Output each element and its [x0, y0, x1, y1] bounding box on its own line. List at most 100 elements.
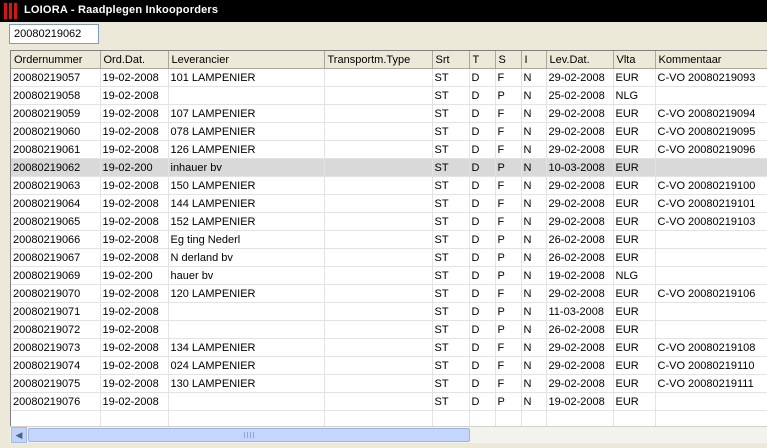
table-row[interactable]: 20080219063 19-02-2008 150 LAMPENIER ST D F N 2… [11, 176, 767, 195]
table-cell [324, 410, 433, 426]
table-cell [324, 338, 433, 357]
table-cell: ST [432, 212, 470, 231]
table-cell: 29-02-2008 [546, 68, 614, 87]
horizontal-scrollbar[interactable]: ◀ [10, 426, 767, 443]
table-row[interactable]: 20080219061 19-02-2008 126 LAMPENIER ST D F N 2… [11, 140, 767, 159]
table-cell [100, 410, 169, 426]
table-cell: hauer bv [168, 266, 325, 285]
table-cell: NLG [613, 86, 656, 105]
table-cell [655, 320, 767, 339]
table-row[interactable]: 20080219058 19-02-2008 ST D P N 25-02-2008 NLG [11, 86, 767, 105]
table-cell: 20080219070 [11, 284, 101, 303]
table-cell: 19-02-2008 [100, 284, 169, 303]
table-cell: C-VO 20080219103 [655, 212, 767, 231]
table-cell [469, 410, 496, 426]
table-row[interactable]: 20080219064 19-02-2008 144 LAMPENIER ST D F N 2… [11, 194, 767, 213]
table-cell [324, 284, 433, 303]
table-cell: P [495, 320, 522, 339]
table-cell: 20080219065 [11, 212, 101, 231]
table-row[interactable]: 20080219072 19-02-2008 ST D P N 26-02-2008 EUR [11, 320, 767, 339]
table-header-row: Ordernummer Ord.Dat. Leverancier Transportm… [11, 51, 767, 69]
table-cell: D [469, 248, 496, 267]
table-cell: 20080219076 [11, 392, 101, 411]
table-cell: 20080219063 [11, 176, 101, 195]
table-row[interactable]: 20080219059 19-02-2008 107 LAMPENIER ST D F N 2… [11, 104, 767, 123]
table-cell: C-VO 20080219106 [655, 284, 767, 303]
table-cell: ST [432, 284, 470, 303]
table-row[interactable]: 20080219062 19-02-200 inhauer bv ST D P N 10-03… [11, 158, 767, 177]
table-cell: 20080219061 [11, 140, 101, 159]
table-cell: 078 LAMPENIER [168, 122, 325, 141]
table-cell: 19-02-2008 [100, 338, 169, 357]
arrow-left-icon[interactable]: ◀ [11, 427, 27, 443]
table-cell: 19-02-2008 [546, 392, 614, 411]
table-cell [495, 410, 522, 426]
table-cell: F [495, 122, 522, 141]
table-cell: EUR [613, 284, 656, 303]
column-header[interactable]: Vlta [613, 51, 656, 69]
table-cell: NLG [613, 266, 656, 285]
table-cell: 144 LAMPENIER [168, 194, 325, 213]
scroll-thumb[interactable] [28, 428, 470, 442]
column-header[interactable]: Transportm.Type [324, 51, 433, 69]
table-cell: 29-02-2008 [546, 374, 614, 393]
table-row[interactable]: 20080219069 19-02-200 hauer bv ST D P N 19-02-2… [11, 266, 767, 285]
table-cell: 20080219067 [11, 248, 101, 267]
table-row[interactable]: 20080219070 19-02-2008 120 LAMPENIER ST D F N 2… [11, 284, 767, 303]
table-cell [655, 302, 767, 321]
column-header[interactable]: Lev.Dat. [546, 51, 614, 69]
table-row[interactable]: 20080219075 19-02-2008 130 LAMPENIER ST D F N 2… [11, 374, 767, 393]
table-cell: 20080219059 [11, 104, 101, 123]
table-cell: EUR [613, 68, 656, 87]
table-cell: N [521, 302, 547, 321]
table-cell: D [469, 122, 496, 141]
table-cell: ST [432, 320, 470, 339]
table-row[interactable]: 20080219071 19-02-2008 ST D P N 11-03-2008 EUR [11, 302, 767, 321]
table-cell: ST [432, 176, 470, 195]
table-cell [324, 86, 433, 105]
table-cell [324, 140, 433, 159]
table-row[interactable]: 20080219057 19-02-2008 101 LAMPENIER ST D F N 2… [11, 68, 767, 87]
column-header[interactable]: Kommentaar [655, 51, 767, 69]
title-bar: LOIORA - Raadplegen Inkooporders [0, 0, 767, 22]
column-header[interactable]: S [495, 51, 522, 69]
table-row[interactable]: 20080219067 19-02-2008 N derland bv ST D P N 26… [11, 248, 767, 267]
table-cell: 107 LAMPENIER [168, 104, 325, 123]
table-cell: EUR [613, 194, 656, 213]
table-cell: 20080219060 [11, 122, 101, 141]
table-cell: 130 LAMPENIER [168, 374, 325, 393]
column-header[interactable]: T [469, 51, 496, 69]
table-cell: 19-02-2008 [100, 374, 169, 393]
table-cell: C-VO 20080219111 [655, 374, 767, 393]
table-cell: Eg ting Nederl [168, 230, 325, 249]
column-header[interactable]: Leverancier [168, 51, 325, 69]
table-cell: F [495, 68, 522, 87]
table-row[interactable]: 20080219060 19-02-2008 078 LAMPENIER ST D F N 2… [11, 122, 767, 141]
table-cell: N [521, 158, 547, 177]
table-cell: C-VO 20080219108 [655, 338, 767, 357]
table-row[interactable]: 20080219066 19-02-2008 Eg ting Nederl ST D P N… [11, 230, 767, 249]
table-cell [655, 266, 767, 285]
table-cell: 20080219073 [11, 338, 101, 357]
table-cell: EUR [613, 356, 656, 375]
table-row[interactable]: 20080219074 19-02-2008 024 LAMPENIER ST D F N 2… [11, 356, 767, 375]
table-cell: N [521, 104, 547, 123]
table-cell: ST [432, 122, 470, 141]
order-number-input[interactable] [9, 24, 99, 44]
window-title: LOIORA - Raadplegen Inkooporders [24, 4, 219, 16]
table-cell: 19-02-2008 [546, 266, 614, 285]
table-cell: 19-02-2008 [100, 392, 169, 411]
table-cell: N derland bv [168, 248, 325, 267]
table-cell: ST [432, 194, 470, 213]
table-row[interactable]: 20080219065 19-02-2008 152 LAMPENIER ST D F N 2… [11, 212, 767, 231]
column-header[interactable]: I [521, 51, 547, 69]
column-header[interactable]: Ord.Dat. [100, 51, 169, 69]
table-row[interactable] [11, 410, 767, 426]
table-cell: D [469, 68, 496, 87]
column-header[interactable]: Srt [432, 51, 470, 69]
table-cell: 19-02-2008 [100, 140, 169, 159]
column-header[interactable]: Ordernummer [11, 51, 101, 69]
table-cell [655, 248, 767, 267]
table-row[interactable]: 20080219076 19-02-2008 ST D P N 19-02-2008 EUR [11, 392, 767, 411]
table-row[interactable]: 20080219073 19-02-2008 134 LAMPENIER ST D F N 2… [11, 338, 767, 357]
